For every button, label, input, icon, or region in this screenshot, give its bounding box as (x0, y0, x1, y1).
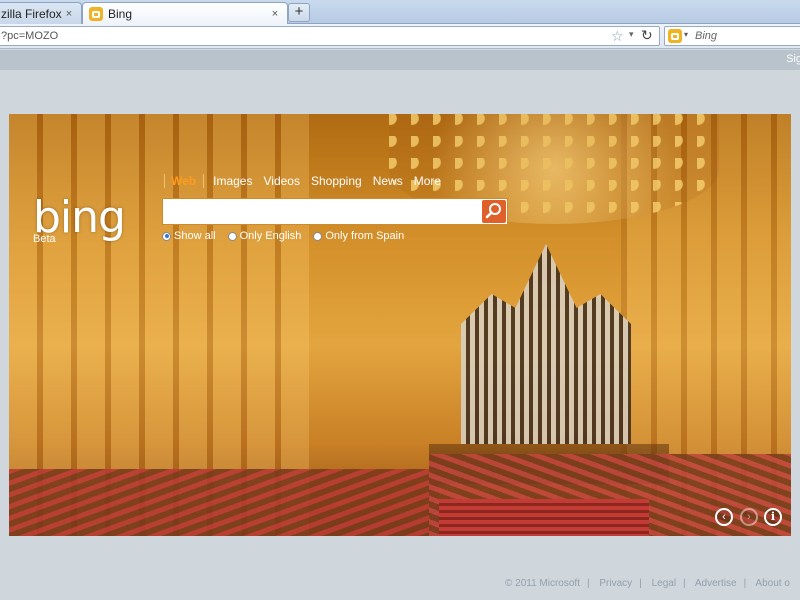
copyright-text: © 2011 Microsoft (505, 578, 580, 589)
scope-shopping[interactable]: Shopping (311, 174, 362, 188)
chevron-down-icon[interactable]: ▾ (629, 29, 634, 40)
search-placeholder: Bing (695, 30, 718, 42)
footer-link-privacy[interactable]: Privacy (599, 578, 632, 589)
language-filter: Show all Only English Only from Spain (162, 230, 416, 242)
page-header-bar: Sig (0, 50, 800, 70)
option-show-all[interactable]: Show all (162, 230, 216, 242)
scope-web[interactable]: Web (164, 174, 205, 188)
magnifier-icon (485, 203, 501, 219)
radio-button[interactable] (313, 231, 323, 241)
url-bar[interactable]: ?pc=MOZO ☆ ▾ ↻ (0, 26, 660, 46)
scope-more[interactable]: More (414, 174, 441, 188)
tab-strip: zilla Firefox × Bing × + (0, 0, 800, 25)
hero-image: bing Beta Web Images Videos Shopping New… (9, 114, 791, 536)
close-icon[interactable]: × (63, 8, 75, 20)
separator: | (743, 578, 747, 589)
beta-label: Beta (33, 233, 56, 245)
tab-label: zilla Firefox (1, 6, 62, 21)
option-label: Only from Spain (325, 230, 405, 242)
hero-decoration (9, 469, 439, 536)
search-box (162, 198, 508, 225)
footer: © 2011 Microsoft | Privacy | Legal | Advert… (505, 578, 797, 589)
reload-icon[interactable]: ↻ (641, 27, 653, 44)
separator: | (587, 578, 590, 589)
search-scopes: Web Images Videos Shopping News More (164, 174, 452, 188)
footer-link-advertise[interactable]: Advertise (695, 578, 737, 589)
sign-in-link[interactable]: Sig (786, 53, 800, 65)
hero-decoration (461, 244, 631, 444)
search-input[interactable] (163, 199, 481, 224)
radio-button[interactable] (162, 231, 171, 241)
new-tab-button[interactable]: + (288, 3, 310, 22)
separator: | (639, 578, 642, 589)
scope-images[interactable]: Images (213, 174, 252, 188)
previous-image-button[interactable]: ‹ (715, 508, 733, 526)
footer-link-legal[interactable]: Legal (652, 578, 676, 589)
bookmark-star-icon[interactable]: ☆ (611, 28, 624, 45)
separator: | (683, 578, 686, 589)
scope-news[interactable]: News (373, 174, 403, 188)
search-button[interactable] (482, 200, 506, 223)
option-only-english[interactable]: Only English (227, 230, 302, 242)
option-only-from-spain[interactable]: Only from Spain (313, 230, 404, 242)
close-icon[interactable]: × (269, 8, 281, 20)
option-label: Only English (239, 230, 302, 242)
bing-favicon-icon[interactable] (668, 29, 682, 43)
tab-firefox[interactable]: zilla Firefox × (0, 2, 82, 24)
url-text: ?pc=MOZO (1, 30, 59, 42)
bing-favicon-icon (89, 7, 103, 21)
radio-button[interactable] (227, 231, 237, 241)
navigation-bar: ?pc=MOZO ☆ ▾ ↻ ▾ Bing (0, 24, 800, 49)
info-icon[interactable]: i (764, 508, 782, 526)
scope-videos[interactable]: Videos (263, 174, 299, 188)
chevron-down-icon[interactable]: ▾ (684, 30, 688, 39)
option-label: Show all (174, 230, 216, 242)
hero-decoration (439, 499, 649, 536)
tab-bing[interactable]: Bing × (82, 2, 288, 25)
tab-label: Bing (108, 7, 133, 21)
browser-search-bar[interactable]: ▾ Bing (664, 26, 800, 46)
next-image-button[interactable]: › (740, 508, 758, 526)
footer-link-about[interactable]: About o (755, 578, 789, 589)
